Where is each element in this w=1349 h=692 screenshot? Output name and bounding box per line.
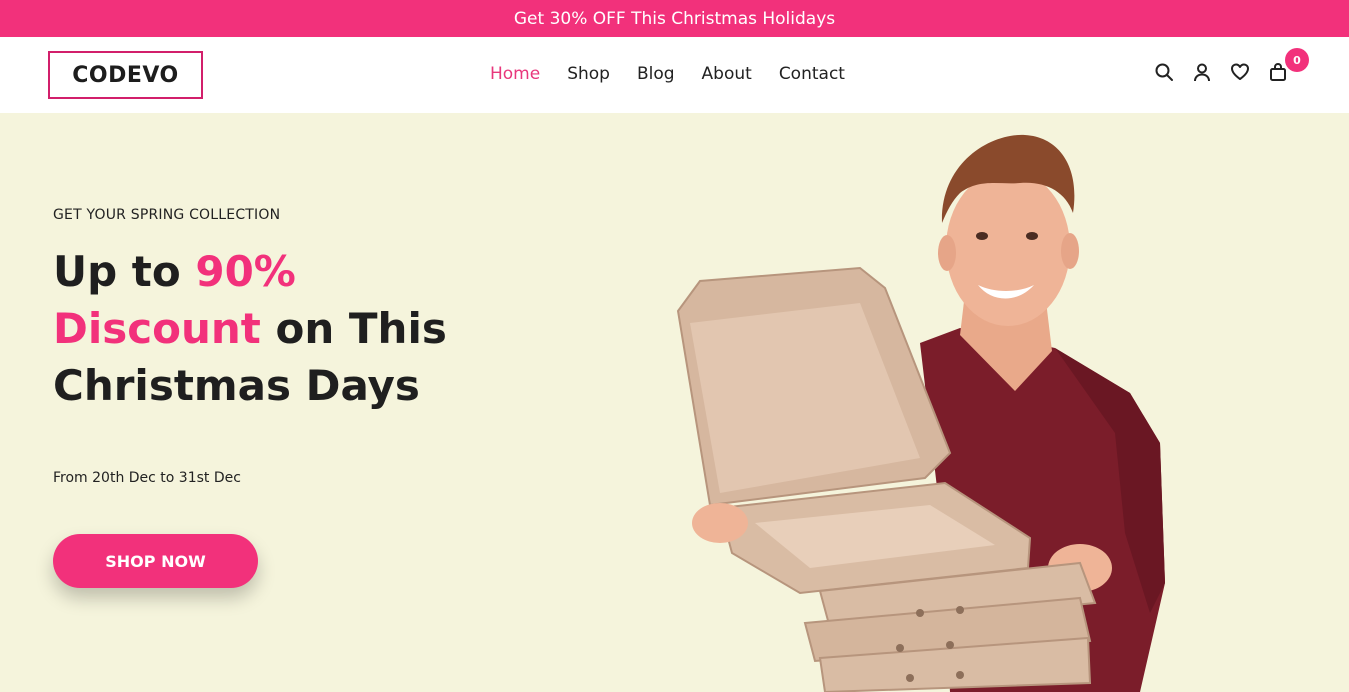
user-icon[interactable] xyxy=(1192,62,1212,82)
headline-discount: Discount xyxy=(53,304,261,353)
hero-eyebrow: GET YOUR SPRING COLLECTION xyxy=(53,207,281,223)
promo-text: Get 30% OFF This Christmas Holidays xyxy=(513,8,836,29)
logo[interactable]: CODEVO xyxy=(48,51,203,99)
hero-headline: Up to 90% Discount on This Christmas Day… xyxy=(53,243,473,414)
hero-image xyxy=(676,134,1165,692)
header-icons xyxy=(1154,62,1288,82)
heart-icon[interactable] xyxy=(1230,62,1250,82)
headline-percent: 90% xyxy=(195,247,296,296)
main-nav: Home Shop Blog About Contact xyxy=(490,64,872,84)
nav-home[interactable]: Home xyxy=(490,64,540,84)
nav-blog[interactable]: Blog xyxy=(637,64,675,84)
site-header: CODEVO Home Shop Blog About Contact 0 xyxy=(0,37,1349,113)
shop-now-button[interactable]: SHOP NOW xyxy=(53,534,258,588)
hero-section: GET YOUR SPRING COLLECTION Up to 90% Dis… xyxy=(0,113,1349,692)
nav-shop[interactable]: Shop xyxy=(567,64,610,84)
headline-part-4: on This xyxy=(260,304,447,353)
bag-icon[interactable] xyxy=(1268,62,1288,82)
cart-count-badge: 0 xyxy=(1285,48,1309,72)
headline-part-5: Christmas Days xyxy=(53,361,420,410)
search-icon[interactable] xyxy=(1154,62,1174,82)
nav-about[interactable]: About xyxy=(702,64,752,84)
promo-bar: Get 30% OFF This Christmas Holidays xyxy=(0,0,1349,37)
headline-part-1: Up to xyxy=(53,247,196,296)
nav-contact[interactable]: Contact xyxy=(779,64,845,84)
hero-dates: From 20th Dec to 31st Dec xyxy=(53,470,241,486)
